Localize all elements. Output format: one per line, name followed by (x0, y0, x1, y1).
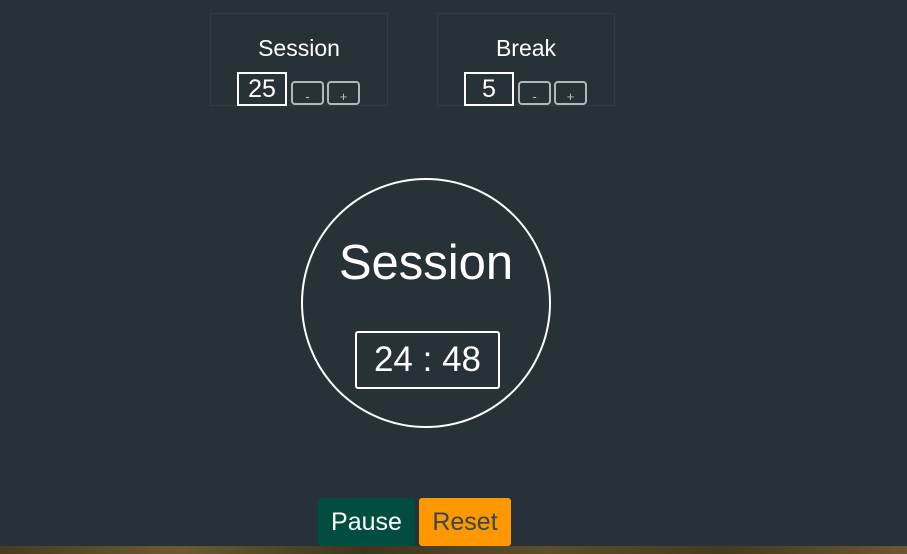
background-image-strip (0, 546, 907, 554)
timer-circle: Session 24 : 48 (301, 178, 551, 428)
pause-button[interactable]: Pause (318, 498, 415, 546)
timer-label: Session (338, 236, 514, 290)
session-length-value: 25 (237, 72, 287, 106)
break-length-title: Break (495, 35, 557, 61)
reset-button[interactable]: Reset (419, 498, 511, 546)
session-length-panel: Session 25 - + (210, 13, 388, 106)
break-increment-button[interactable]: + (554, 81, 587, 105)
break-length-panel: Break 5 - + (437, 13, 615, 106)
session-decrement-button[interactable]: - (291, 81, 324, 105)
session-length-title: Session (258, 35, 340, 61)
break-length-value: 5 (464, 72, 514, 106)
session-increment-button[interactable]: + (327, 81, 360, 105)
break-decrement-button[interactable]: - (518, 81, 551, 105)
time-display: 24 : 48 (355, 331, 500, 389)
